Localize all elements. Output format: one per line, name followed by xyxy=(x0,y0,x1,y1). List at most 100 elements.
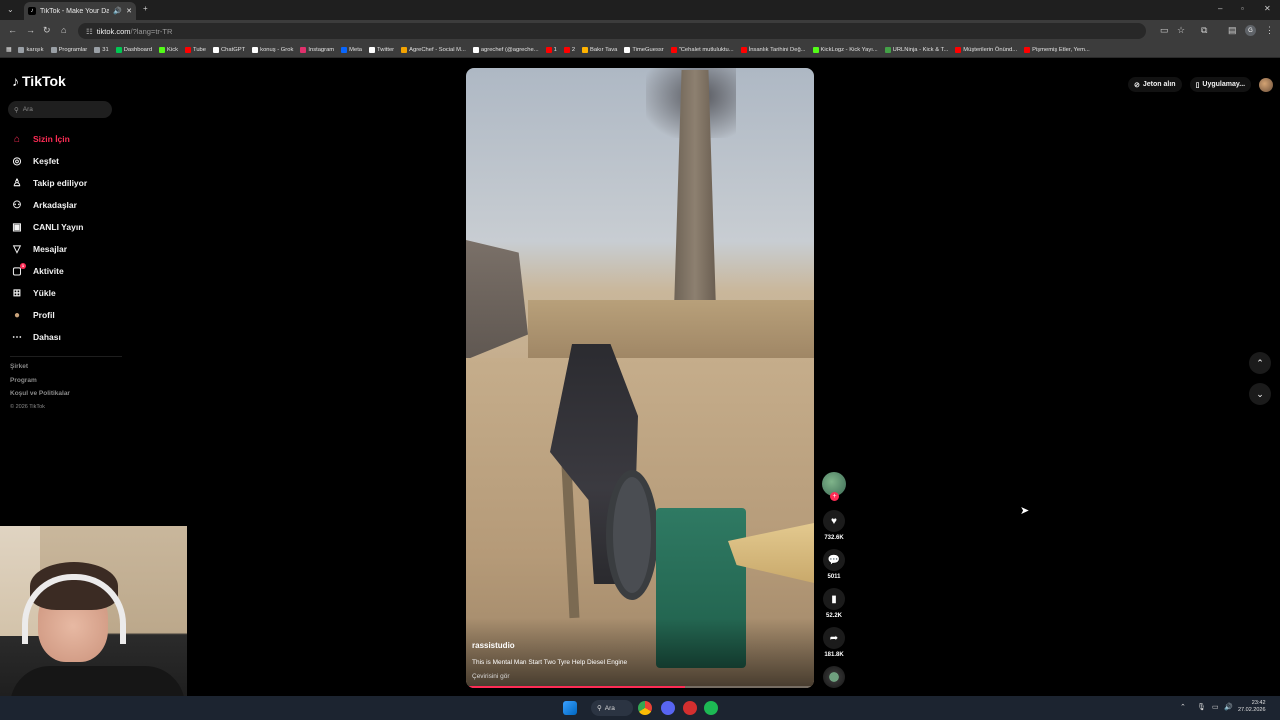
comment-icon[interactable]: 💬 xyxy=(823,549,845,571)
back-button[interactable]: ← xyxy=(8,25,17,35)
sidebar-item-home[interactable]: ⌂ Sizin İçin xyxy=(10,128,120,150)
speaker-icon[interactable]: 🔊 xyxy=(113,7,122,15)
footer-link-terms[interactable]: Koşul ve Politikalar xyxy=(10,387,70,401)
bookmark-item[interactable]: İnsanlık Tarihini Değ... xyxy=(740,46,806,53)
sidebar-item-profile[interactable]: ● Profil xyxy=(10,304,120,326)
heart-icon[interactable]: ♥ xyxy=(823,510,845,532)
sidebar-item-compass[interactable]: ◎ Keşfet xyxy=(10,150,120,172)
bookmark-item[interactable]: 1 xyxy=(545,46,557,53)
bookmark-label: 2 xyxy=(571,46,576,53)
bookmark-item[interactable]: TimeGuessr xyxy=(624,46,664,53)
user-avatar[interactable] xyxy=(1259,77,1274,92)
windows-start-icon[interactable] xyxy=(563,701,577,715)
browser-toolbar: ← → ↻ ⌂ ☷ tiktok.com/?lang=tr-TR ▭ ☆ ⧉ ▤… xyxy=(0,20,1280,42)
footer-link-program[interactable]: Program xyxy=(10,374,70,388)
sidebar-item-upload[interactable]: ⊞ Yükle xyxy=(10,282,120,304)
apps-grid-icon[interactable]: ▦ xyxy=(6,47,11,53)
share-action[interactable]: ➦ 181.8K xyxy=(823,627,845,658)
share-icon[interactable]: ➦ xyxy=(823,627,845,649)
address-bar[interactable]: ☷ tiktok.com/?lang=tr-TR xyxy=(78,23,1146,39)
bookmark-item[interactable]: Programlar xyxy=(50,46,87,53)
taskbar-search-label: Ara xyxy=(604,704,615,712)
bookmark-item[interactable]: Pişmemiş Etler, Yem... xyxy=(1024,46,1090,53)
like-action[interactable]: ♥ 732.6K xyxy=(823,510,845,541)
sidebar-divider xyxy=(10,356,122,357)
maximize-button[interactable]: ▫ xyxy=(1241,4,1244,13)
save-action[interactable]: ▮ 52.2K xyxy=(823,588,845,619)
sidebar-item-more[interactable]: ⋯ Dahası xyxy=(10,326,120,348)
bookmark-item[interactable]: agrechef (@agreche... xyxy=(472,46,539,53)
footer-link-company[interactable]: Şirket xyxy=(10,360,70,374)
bookmark-item[interactable]: ChatGPT xyxy=(213,46,245,53)
bookmark-item[interactable]: Meta xyxy=(341,46,362,53)
volume-icon[interactable]: 🔊 xyxy=(1224,703,1233,711)
close-window-button[interactable]: ✕ xyxy=(1264,4,1271,13)
discord-taskbar-icon[interactable] xyxy=(661,701,675,715)
video-author[interactable]: rassistudio xyxy=(472,641,515,650)
bookmark-item[interactable]: Kick xyxy=(159,46,178,53)
bookmark-item[interactable]: Dashboard xyxy=(115,46,152,53)
bookmark-item[interactable]: Twitter xyxy=(369,46,394,53)
taskbar-clock[interactable]: 23:42 27.02.2026 xyxy=(1238,700,1266,714)
video-progress-bar[interactable] xyxy=(466,686,814,688)
bookmark-item[interactable]: Müşterilerin Önünd... xyxy=(955,46,1017,53)
forward-button[interactable]: → xyxy=(26,25,35,35)
bookmark-icon[interactable]: ▮ xyxy=(823,588,845,610)
bookmark-item[interactable]: 31 xyxy=(94,46,109,53)
sidebar-item-messages[interactable]: ▽ Mesajlar xyxy=(10,238,120,260)
follow-plus-icon[interactable]: + xyxy=(830,492,839,501)
bookmark-item[interactable]: Instagram xyxy=(300,46,334,53)
comment-action[interactable]: 💬 5011 xyxy=(823,549,845,580)
save-count: 52.2K xyxy=(825,613,842,619)
taskbar-search[interactable]: ⚲ Ara xyxy=(591,700,633,716)
bookmark-item[interactable]: 2 xyxy=(563,46,576,53)
sidebar-item-live[interactable]: ▣ CANLI Yayın xyxy=(10,216,120,238)
bookmark-item[interactable]: karışık xyxy=(18,46,44,53)
minimize-button[interactable]: – xyxy=(1218,4,1222,13)
sidebar-item-friends[interactable]: ⚇ Arkadaşlar xyxy=(10,194,120,216)
home-button[interactable]: ⌂ xyxy=(61,25,66,35)
microphone-icon[interactable]: 🎙 xyxy=(1197,703,1206,711)
bookmark-item[interactable]: konuş - Grok xyxy=(252,46,293,53)
bookmark-item[interactable]: AgreChef - Social M... xyxy=(401,46,466,53)
menu-icon[interactable]: ⋮ xyxy=(1265,25,1274,36)
tray-chevron-icon[interactable]: ⌃ xyxy=(1180,703,1186,711)
network-icon[interactable]: ▭ xyxy=(1212,703,1219,711)
tiktok-logo-icon: ♪ xyxy=(12,73,19,89)
tab-search-icon[interactable]: ⌄ xyxy=(7,5,14,14)
get-app-button[interactable]: ▯ Uygulamay... xyxy=(1189,77,1252,92)
bookmark-star-icon[interactable]: ☆ xyxy=(1177,25,1185,36)
browser-tab-tiktok[interactable]: ♪ TikTok - Make Your Day 🔊 ✕ xyxy=(24,2,136,20)
spotify-taskbar-icon[interactable] xyxy=(704,701,718,715)
url-path: /?lang=tr-TR xyxy=(130,26,173,36)
new-tab-button[interactable]: + xyxy=(143,4,148,13)
get-coins-button[interactable]: ⊘ Jeton alın xyxy=(1128,77,1182,92)
site-info-icon[interactable]: ☷ xyxy=(86,27,93,36)
cast-icon[interactable]: ▭ xyxy=(1160,25,1169,36)
search-input[interactable]: ⚲ Ara xyxy=(8,101,112,118)
bookmark-item[interactable]: URLNinja - Kick & T... xyxy=(884,46,948,53)
see-translation-link[interactable]: Çevirisini gör xyxy=(472,673,510,680)
creator-avatar[interactable]: + xyxy=(822,472,846,501)
reload-button[interactable]: ↻ xyxy=(43,25,51,36)
app-taskbar-icon[interactable] xyxy=(683,701,697,715)
tiktok-logo[interactable]: ♪ TikTok xyxy=(12,73,66,89)
sidebar-item-activity[interactable]: ▢ 1 Aktivite xyxy=(10,260,120,282)
previous-video-button[interactable]: ⌃ xyxy=(1249,352,1271,374)
bookmark-item[interactable]: "Cehalet mutluluktu... xyxy=(670,46,734,53)
profile-avatar: ● xyxy=(13,309,21,321)
bookmark-item[interactable]: Bakır Tava xyxy=(582,46,617,53)
bookmark-item[interactable]: KickLogz - Kick Yayı... xyxy=(812,46,878,53)
next-video-button[interactable]: ⌄ xyxy=(1249,383,1271,405)
browser-profile-avatar[interactable]: G xyxy=(1245,25,1256,36)
close-tab-icon[interactable]: ✕ xyxy=(126,7,132,15)
extensions-icon[interactable]: ⧉ xyxy=(1201,25,1207,36)
sidepanel-icon[interactable]: ▤ xyxy=(1228,25,1237,36)
sidebar-item-following[interactable]: ♙ Takip ediliyor xyxy=(10,172,120,194)
music-disc-icon[interactable] xyxy=(823,666,845,688)
bookmark-favicon-icon xyxy=(472,46,479,53)
footer-copyright: © 2026 TikTok xyxy=(10,403,45,410)
video-player[interactable]: rassistudio This is Mental Man Start Two… xyxy=(466,68,814,688)
chrome-taskbar-icon[interactable] xyxy=(638,701,652,715)
bookmark-item[interactable]: Tube xyxy=(185,46,206,53)
